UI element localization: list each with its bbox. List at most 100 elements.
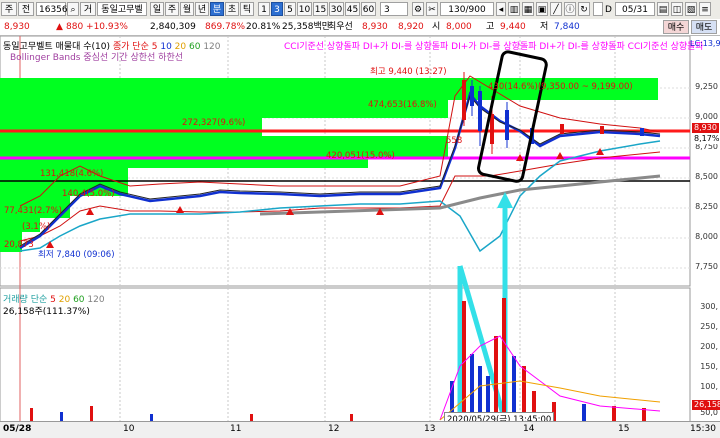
volume-ma-period: 120 xyxy=(87,295,105,305)
ma-period-120: 120 xyxy=(203,42,221,52)
minute-button-3[interactable]: 3 xyxy=(271,2,283,16)
current-volume-tag: 26,158 xyxy=(692,400,720,410)
settings-icon[interactable]: ⚙ xyxy=(412,2,424,16)
ask-price: 8,930 xyxy=(362,22,388,32)
volume-value: 2,840,309 xyxy=(150,22,196,32)
line-icon[interactable]: ╱ xyxy=(550,2,562,16)
fullscreen-icon[interactable]: ▣ xyxy=(536,2,548,16)
high-price: 9,440 xyxy=(500,22,526,32)
period-button-week[interactable]: 주 xyxy=(165,2,179,16)
minute-button-label: 10 xyxy=(298,5,311,15)
profile-label: 474,653(16.8%) xyxy=(368,100,437,110)
x-tick-label: 11 xyxy=(230,424,242,434)
profile-label: 20,873 xyxy=(4,240,34,250)
interval-select[interactable]: 3 xyxy=(380,2,408,16)
x-tick-label: 12 xyxy=(328,424,340,434)
chart-canvas xyxy=(0,36,691,423)
turnover-rate: 20.81% xyxy=(246,22,281,32)
minute-button-label: 60 xyxy=(362,5,375,15)
volume-y-tick-label: 300, xyxy=(700,302,718,311)
minute-button-15[interactable]: 15 xyxy=(313,2,328,16)
bar-chart-icon[interactable]: ▥ xyxy=(508,2,520,16)
period-select-label: 전 xyxy=(21,5,31,15)
calendar-icon[interactable]: ▤ xyxy=(657,2,669,16)
y-tick-label: 8,000 xyxy=(695,232,718,241)
sell-button-label: 매도 xyxy=(695,23,713,33)
signal-legend-item: DI+가 DI-를 상향돌파 xyxy=(539,42,625,52)
date-value: 05/31 xyxy=(622,5,648,15)
menu-icon[interactable]: ≡ xyxy=(699,2,711,16)
profile-label: 140,4(5.0%) xyxy=(62,189,115,199)
profile-label: 558 xyxy=(446,136,463,146)
minute-button-label: 45 xyxy=(346,5,359,15)
volume-y-tick-label: 200, xyxy=(700,342,718,351)
chart-area[interactable]: 동일고무벨트 매물대 수(10) 종가 단순 5 10 20 60 120 CC… xyxy=(0,36,720,426)
minute-button-label: 30 xyxy=(330,5,343,15)
period-button-label: 주 xyxy=(167,5,177,15)
period-button-label: 초 xyxy=(227,5,237,15)
prev-page-icon[interactable]: ◂ xyxy=(496,2,506,16)
profile-label: (3.1%) xyxy=(22,222,51,232)
time-axis: 05/28 10 11 12 13 14 15 15:30 xyxy=(0,421,720,438)
period-select[interactable]: 전 xyxy=(18,2,34,16)
period-button-day[interactable]: 일 xyxy=(150,2,164,16)
info-icon[interactable]: ⓘ xyxy=(564,2,576,16)
period-button-minute[interactable]: 분 xyxy=(210,2,224,16)
period-button-label: 월 xyxy=(182,5,192,15)
layout-icon[interactable]: ▧ xyxy=(685,2,697,16)
period-button-tick[interactable]: 틱 xyxy=(240,2,254,16)
period-button-label: 틱 xyxy=(242,5,252,15)
y-tick-label: 8,500 xyxy=(695,172,718,181)
market-code-label: 거 xyxy=(83,5,93,15)
price-change: 880 +10.93% xyxy=(66,22,128,32)
stock-name-field[interactable]: 동일고무벨 xyxy=(97,2,147,16)
profile-label: 77,431(2.7%) xyxy=(4,206,62,216)
ma-value-tag: 8,17% xyxy=(692,134,720,144)
low-label: 저 xyxy=(540,22,549,32)
x-tick-label: 14 xyxy=(523,424,535,434)
profile-label: 131,418(4.6%) xyxy=(40,169,104,179)
minute-button-30[interactable]: 30 xyxy=(329,2,344,16)
split-view-icon[interactable]: ◫ xyxy=(671,2,683,16)
trade-amount: 25,358백만 xyxy=(282,22,331,32)
x-tick-label: 05/28 xyxy=(3,424,32,434)
y-tick-label: 9,250 xyxy=(695,82,718,91)
scissors-icon[interactable]: ✂ xyxy=(426,2,438,16)
minute-button-label: 3 xyxy=(274,5,280,15)
period-button-month[interactable]: 월 xyxy=(180,2,194,16)
date-checkbox[interactable] xyxy=(593,2,603,16)
count-field[interactable]: 130/900 xyxy=(440,2,494,16)
signal-legend: CCI기준선 상향돌파 DI+가 DI-를 상향돌파 DI+가 DI-를 상향돌… xyxy=(284,39,704,52)
period-button-second[interactable]: 초 xyxy=(225,2,239,16)
profile-label: 420,051(15.0%) xyxy=(326,151,395,161)
stock-code-input[interactable]: 163560 xyxy=(36,2,73,16)
signal-legend-item: DI+가 DI-를 상향돌파 xyxy=(451,42,537,52)
signal-legend-item: DI+가 DI-를 상향돌파 xyxy=(362,42,449,52)
grid-icon[interactable]: ▦ xyxy=(522,2,534,16)
minute-button-45[interactable]: 45 xyxy=(345,2,360,16)
minute-button-label: 1 xyxy=(261,5,267,15)
period-button-label: 분 xyxy=(212,5,222,15)
sell-button[interactable]: 매도 xyxy=(691,20,717,34)
minute-button-5[interactable]: 5 xyxy=(284,2,296,16)
current-volume-label: 26,158주(111.37%) xyxy=(3,307,90,317)
refresh-icon[interactable]: ↻ xyxy=(578,2,590,16)
x-tick-label: 15:30 xyxy=(690,424,716,434)
minute-button-10[interactable]: 10 xyxy=(297,2,312,16)
volume-y-tick-label: 100, xyxy=(700,382,718,391)
high-label: 고 xyxy=(486,22,495,32)
period-button-year[interactable]: 년 xyxy=(195,2,209,16)
date-field[interactable]: 05/31 xyxy=(615,2,655,16)
minute-button-1[interactable]: 1 xyxy=(258,2,270,16)
bollinger-legend: Bollinger Bands 중심선 기간 상한선 하한선 xyxy=(10,53,184,63)
volume-ratio: 869.78% xyxy=(205,22,246,32)
ma-period-60: 60 xyxy=(189,42,201,52)
minute-button-60[interactable]: 60 xyxy=(361,2,376,16)
profile-label: 430(14.6%)(9,350.00 ~ 9,199.00) xyxy=(488,82,633,92)
market-select[interactable]: 주 xyxy=(1,2,17,16)
search-icon[interactable]: ⌕ xyxy=(67,2,79,16)
buy-button[interactable]: 매수 xyxy=(663,20,689,34)
date-check-label: D xyxy=(605,5,612,15)
market-select-label: 주 xyxy=(4,5,14,15)
market-code-button[interactable]: 거 xyxy=(80,2,96,16)
